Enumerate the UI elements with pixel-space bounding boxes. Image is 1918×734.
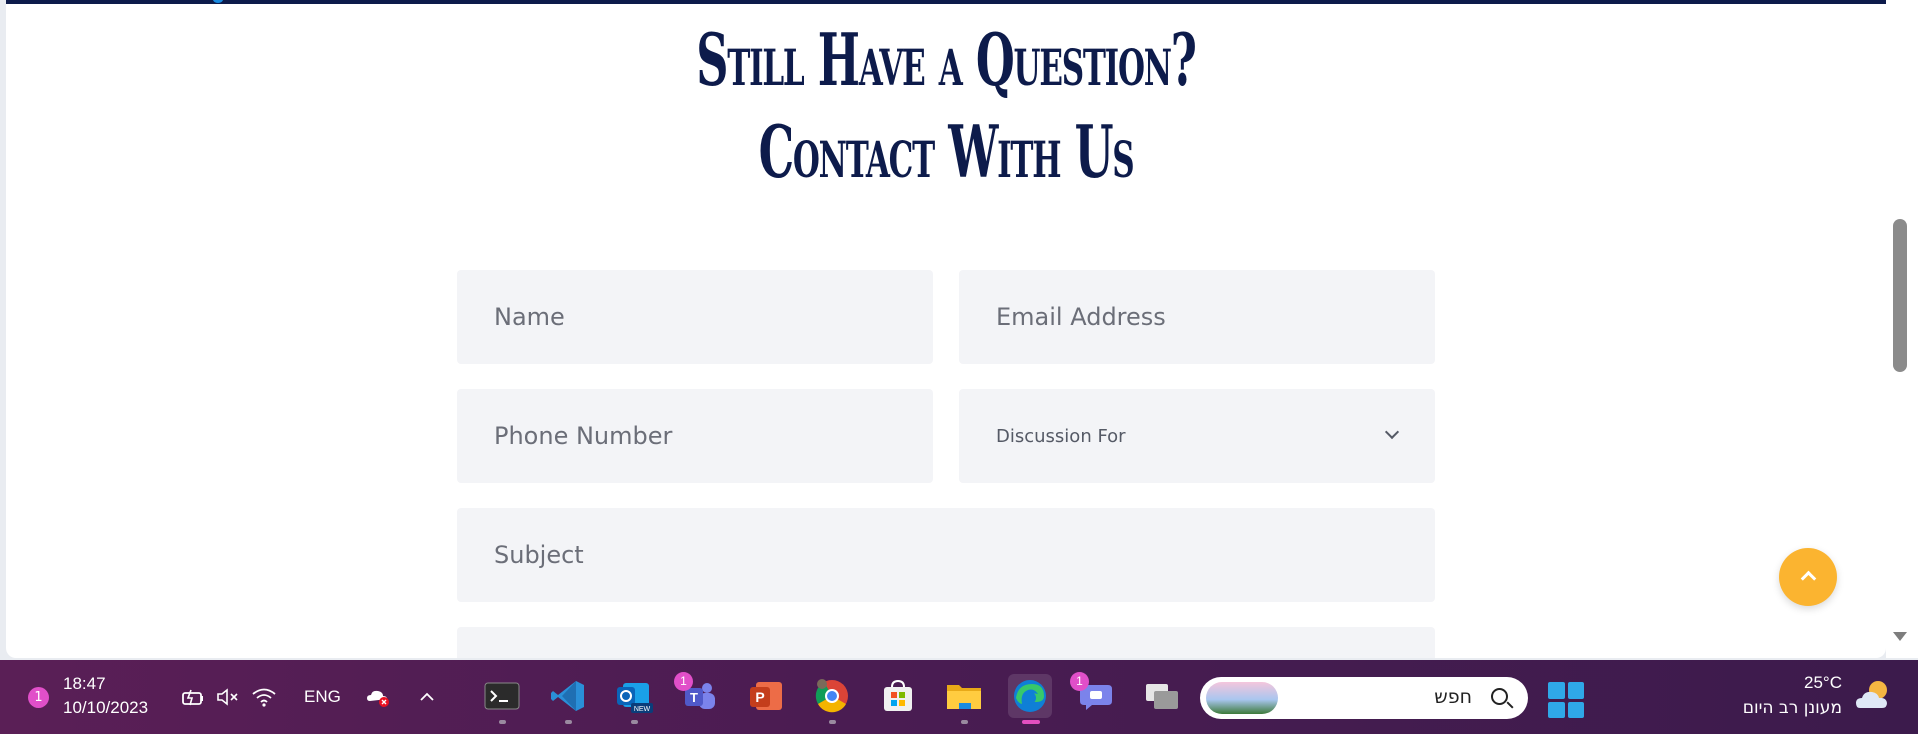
heading-line-1: Still Have a Question? — [696, 17, 1197, 102]
scroll-to-top-button[interactable] — [1779, 548, 1837, 606]
taskbar-search-box[interactable]: חפש — [1200, 677, 1528, 719]
subject-input[interactable] — [457, 508, 1435, 602]
scroll-down-arrow-icon[interactable] — [1893, 632, 1907, 641]
search-placeholder: חפש — [1434, 686, 1472, 708]
notification-badge[interactable]: 1 — [28, 687, 49, 708]
mute-icon[interactable] — [215, 686, 241, 708]
active-indicator — [1022, 720, 1040, 724]
web-page-viewport: Still Have a Question? Contact With Us D… — [6, 0, 1886, 658]
teams-chat-badge: 1 — [1070, 672, 1089, 691]
chevron-down-icon — [1384, 424, 1400, 440]
svg-text:T: T — [690, 690, 698, 705]
email-input[interactable] — [959, 270, 1435, 364]
teams-badge: 1 — [674, 672, 693, 691]
windows-taskbar: 1 18:47 10/10/2023 ENG NEW T 1 P 1 חפש 2… — [0, 660, 1918, 734]
microsoft-store-icon[interactable] — [876, 674, 920, 718]
name-input[interactable] — [457, 270, 933, 364]
page-scrollbar[interactable] — [1886, 0, 1918, 658]
vscode-icon[interactable] — [546, 674, 590, 724]
language-indicator[interactable]: ENG — [304, 687, 341, 707]
task-view-icon[interactable] — [1140, 674, 1184, 718]
clock-date[interactable]: 10/10/2023 — [63, 698, 148, 718]
weather-temperature[interactable]: 25°C — [1804, 673, 1842, 693]
powerpoint-letter: P — [755, 689, 764, 705]
file-explorer-icon[interactable] — [942, 674, 986, 724]
search-icon — [1491, 688, 1508, 705]
phone-input[interactable] — [457, 389, 933, 483]
running-indicator — [829, 720, 836, 724]
battery-icon[interactable] — [180, 686, 206, 708]
partly-cloudy-icon[interactable] — [1854, 678, 1894, 714]
powerpoint-icon[interactable]: P — [744, 674, 788, 718]
scrollbar-thumb[interactable] — [1893, 219, 1907, 372]
contact-heading: Still Have a Question? Contact With Us — [363, 14, 1529, 198]
outlook-new-icon[interactable]: NEW — [612, 674, 656, 724]
weather-description[interactable]: מעונן רב היום — [1743, 698, 1842, 718]
wifi-icon[interactable] — [251, 686, 277, 708]
start-button[interactable] — [1548, 682, 1584, 718]
edge-icon[interactable] — [1008, 674, 1052, 724]
chrome-icon[interactable] — [810, 674, 854, 724]
message-textarea[interactable] — [457, 627, 1435, 658]
teams-chat-icon[interactable]: 1 — [1070, 672, 1118, 718]
teams-icon[interactable]: T 1 — [674, 672, 722, 718]
discussion-select-label: Discussion For — [996, 425, 1126, 447]
chevron-up-icon[interactable] — [414, 686, 440, 708]
running-indicator — [565, 720, 572, 724]
onedrive-error-icon[interactable] — [365, 686, 391, 708]
windows-logo-icon — [1548, 682, 1565, 699]
site-header-strip — [6, 0, 1886, 4]
running-indicator — [961, 720, 968, 724]
outlook-new-tag: NEW — [634, 706, 651, 713]
search-highlight-image — [1206, 682, 1278, 714]
heading-line-2: Contact With Us — [758, 109, 1135, 194]
clock-time[interactable]: 18:47 — [63, 674, 106, 694]
header-dot-icon — [213, 0, 223, 3]
discussion-select[interactable]: Discussion For — [959, 389, 1435, 483]
running-indicator — [499, 720, 506, 724]
running-indicator — [631, 720, 638, 724]
terminal-icon[interactable] — [480, 674, 524, 724]
